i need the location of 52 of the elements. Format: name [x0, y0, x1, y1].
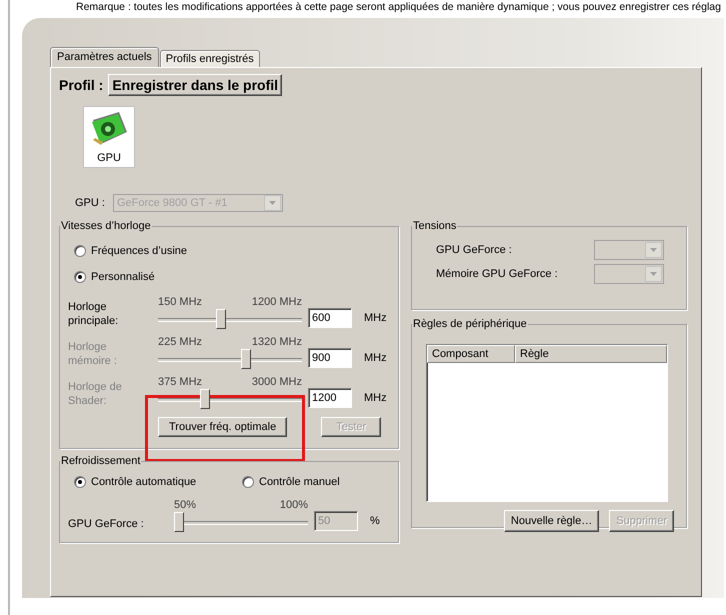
slider-label: GPU GeForce :	[68, 517, 145, 532]
action-button[interactable]: Trouver fréq. optimale	[158, 417, 288, 437]
tile-label: GPU	[97, 152, 121, 164]
voltage-label: Mémoire GPU GeForce :	[436, 268, 558, 280]
slider-thumb[interactable]	[216, 309, 226, 329]
group-title: Règles de périphérique	[412, 318, 528, 330]
radio-button[interactable]	[74, 476, 86, 488]
tick-label: 3000 MHz	[252, 376, 302, 388]
group-title: Vitesses d’horloge	[60, 220, 152, 232]
radio-label: Personnalisé	[91, 271, 155, 283]
graphics-card-icon	[89, 110, 129, 148]
tick-label: 50%	[174, 499, 196, 511]
radio-button[interactable]	[74, 271, 86, 283]
tab[interactable]: Paramètres actuels	[50, 47, 159, 67]
slider-label: Horloge de Shader:	[68, 380, 123, 409]
unit-label: MHz	[363, 352, 388, 366]
group-title: Refroidissement	[60, 455, 142, 467]
save-profile-button[interactable]: Enregistrer dans le profil	[108, 74, 282, 96]
note-text: Remarque : toutes les modifications apportées à cette page seront appliquées de manière dynamique ; vous pouvez enregistrer ces réglag	[75, 0, 722, 14]
voltage-label: GPU GeForce :	[436, 244, 512, 256]
value-field[interactable]: 600	[308, 308, 352, 328]
profile-label: Profil :	[59, 77, 104, 93]
dropdown-arrow-icon	[268, 201, 276, 205]
tick-label: 100%	[280, 499, 308, 511]
slider-label: Horloge mémoire :	[68, 340, 118, 369]
tick-label: 375 MHz	[158, 376, 202, 388]
dropdown-arrow-icon	[650, 272, 657, 276]
tick-label: 1200 MHz	[252, 296, 302, 308]
column-header[interactable]: Composant	[427, 345, 515, 363]
group-title: Tensions	[412, 220, 458, 232]
tick-label: 150 MHz	[158, 296, 202, 308]
tick-label: 225 MHz	[158, 336, 202, 348]
column-header[interactable]: Règle	[515, 345, 667, 363]
radio-label: Contrôle manuel	[259, 476, 340, 488]
slider-track[interactable]	[158, 348, 302, 370]
unit-label: MHz	[363, 392, 388, 406]
dropdown-arrow-icon	[650, 248, 657, 252]
unit-label: MHz	[363, 312, 388, 326]
radio-label: Contrôle automatique	[91, 476, 196, 488]
tab[interactable]: Profils enregistrés	[160, 50, 260, 67]
slider-label: Horloge principale:	[68, 300, 120, 329]
gpu-tile[interactable]: GPU	[83, 106, 135, 168]
slider-track[interactable]	[158, 388, 302, 410]
rule-button[interactable]: Nouvelle règle…	[504, 510, 600, 532]
unit-label: %	[369, 515, 381, 529]
tick-label: 1320 MHz	[252, 336, 302, 348]
gpu-label: GPU :	[75, 197, 105, 209]
radio-button[interactable]	[242, 476, 254, 488]
radio-label: Fréquences d’usine	[91, 245, 188, 257]
radio-button[interactable]	[74, 245, 86, 257]
slider-track[interactable]	[158, 308, 302, 330]
slider-track[interactable]	[174, 511, 308, 533]
